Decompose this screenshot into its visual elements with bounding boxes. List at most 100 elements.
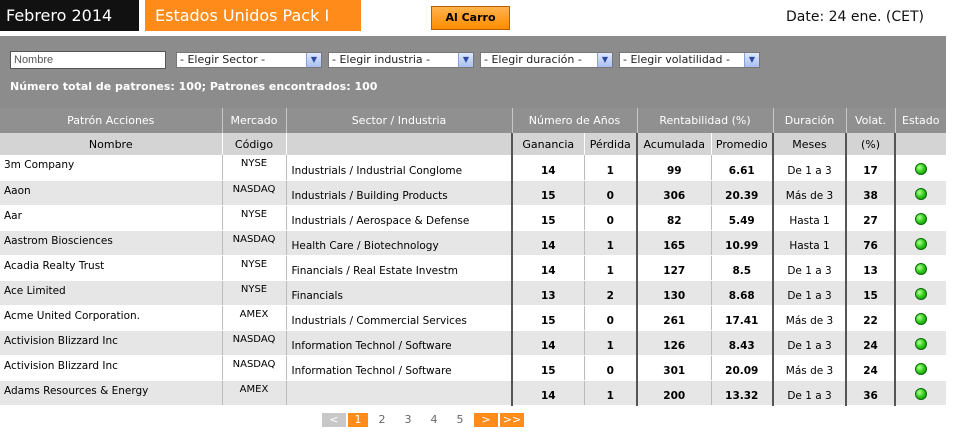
green-status-dot-icon — [915, 287, 927, 300]
row-status — [894, 330, 946, 356]
page-2-button[interactable]: 2 — [370, 413, 394, 427]
row-gain: 14 — [511, 230, 584, 256]
page-4-button[interactable]: 4 — [422, 413, 446, 427]
add-to-cart-button[interactable]: Al Carro — [431, 6, 510, 30]
row-market: NASDAQ — [221, 180, 286, 206]
row-status — [894, 305, 946, 331]
row-status — [894, 255, 946, 281]
row-name[interactable]: 3m Company — [0, 155, 222, 181]
filter-panel: - Elegir Sector - ▼ - Elegir industria -… — [0, 36, 946, 108]
col-ganancia[interactable]: Ganancia — [511, 133, 584, 155]
row-sector: Information Technol / Software — [285, 330, 512, 356]
row-accumulated: 99 — [636, 155, 711, 181]
pack-title: Estados Unidos Pack I — [145, 0, 361, 31]
table-group-header: Patrón Acciones Mercado Sector / Industr… — [0, 108, 946, 133]
row-status — [894, 380, 946, 406]
volatility-select-value: - Elegir volatilidad - — [623, 53, 730, 66]
col-perdida[interactable]: Pérdida — [583, 133, 637, 155]
row-loss: 1 — [583, 255, 637, 281]
table-row[interactable]: 3m Company NYSE Industrials / Industrial C… — [0, 155, 946, 181]
row-average: 8.5 — [710, 255, 773, 281]
table-row[interactable]: Aaon NASDAQ Industrials / Building Product… — [0, 180, 946, 206]
next-page-button[interactable]: > — [474, 413, 498, 427]
row-sector: Industrials / Aerospace & Defense — [285, 205, 512, 231]
industry-select[interactable]: - Elegir industria - ▼ — [328, 52, 474, 68]
row-duration: De 1 a 3 — [772, 380, 846, 406]
row-market: NASDAQ — [221, 330, 286, 356]
row-accumulated: 82 — [636, 205, 711, 231]
row-name[interactable]: Acadia Realty Trust — [0, 255, 222, 281]
col-promedio[interactable]: Promedio — [710, 133, 773, 155]
volatility-select[interactable]: - Elegir volatilidad - ▼ — [619, 52, 760, 68]
col-group-mercado: Mercado — [221, 108, 286, 133]
sector-select-value: - Elegir Sector - — [180, 53, 266, 66]
row-gain: 14 — [511, 380, 584, 406]
col-nombre[interactable]: Nombre — [0, 133, 222, 155]
row-name[interactable]: Adams Resources & Energy — [0, 380, 222, 406]
row-sector — [285, 380, 512, 406]
row-name[interactable]: Aastrom Biosciences — [0, 230, 222, 256]
chevron-down-icon: ▼ — [458, 53, 473, 67]
col-group-anios: Número de Años — [511, 108, 637, 133]
row-gain: 14 — [511, 255, 584, 281]
industry-select-value: - Elegir industria - — [332, 53, 431, 66]
row-average: 13.32 — [710, 380, 773, 406]
row-loss: 0 — [583, 355, 637, 381]
green-status-dot-icon — [915, 312, 927, 325]
col-acumulada[interactable]: Acumulada — [636, 133, 711, 155]
row-market: AMEX — [221, 380, 286, 406]
last-page-button[interactable]: >> — [500, 413, 524, 427]
green-status-dot-icon — [915, 237, 927, 250]
row-name[interactable]: Aaon — [0, 180, 222, 206]
table-row[interactable]: Acadia Realty Trust NYSE Financials / Real… — [0, 255, 946, 281]
row-duration: De 1 a 3 — [772, 255, 846, 281]
current-date: Date: 24 ene. (CET) — [786, 9, 924, 25]
row-market: NYSE — [221, 155, 286, 181]
page-3-button[interactable]: 3 — [396, 413, 420, 427]
row-gain: 14 — [511, 155, 584, 181]
table-row[interactable]: Activision Blizzard Inc NASDAQ Information… — [0, 330, 946, 356]
table-sub-header: Nombre Código Ganancia Pérdida Acumulada… — [0, 133, 946, 155]
row-volatility: 76 — [845, 230, 895, 256]
table-row[interactable]: Activision Blizzard Inc NASDAQ Information… — [0, 355, 946, 381]
row-gain: 15 — [511, 355, 584, 381]
col-codigo[interactable]: Código — [221, 133, 286, 155]
green-status-dot-icon — [915, 337, 927, 350]
row-volatility: 15 — [845, 280, 895, 306]
row-average: 20.39 — [710, 180, 773, 206]
top-bar: Febrero 2014 Estados Unidos Pack I Al Ca… — [0, 0, 969, 34]
row-status — [894, 355, 946, 381]
row-name[interactable]: Ace Limited — [0, 280, 222, 306]
row-status — [894, 205, 946, 231]
row-name[interactable]: Acme United Corporation. — [0, 305, 222, 331]
table-row[interactable]: Ace Limited NYSE Financials 13 2 130 8.68 De 1 … — [0, 280, 946, 306]
col-group-duracion: Duración — [772, 108, 846, 133]
name-search-input[interactable] — [10, 51, 166, 69]
row-market: NASDAQ — [221, 230, 286, 256]
table-row[interactable]: Adams Resources & Energy AMEX 14 1 200 13.32 D… — [0, 380, 946, 406]
col-meses[interactable]: Meses — [772, 133, 846, 155]
green-status-dot-icon — [915, 387, 927, 400]
col-sector — [285, 133, 512, 155]
row-volatility: 24 — [845, 330, 895, 356]
page-1-button[interactable]: 1 — [348, 413, 368, 427]
row-accumulated: 126 — [636, 330, 711, 356]
row-average: 6.61 — [710, 155, 773, 181]
row-volatility: 36 — [845, 380, 895, 406]
row-name[interactable]: Activision Blizzard Inc — [0, 330, 222, 356]
prev-page-button[interactable]: < — [322, 413, 346, 427]
table-row[interactable]: Aastrom Biosciences NASDAQ Health Care / B… — [0, 230, 946, 256]
row-sector: Information Technol / Software — [285, 355, 512, 381]
row-name[interactable]: Aar — [0, 205, 222, 231]
row-duration: Hasta 1 — [772, 230, 846, 256]
row-duration: Más de 3 — [772, 180, 846, 206]
col-volat-pct[interactable]: (%) — [845, 133, 895, 155]
table-row[interactable]: Acme United Corporation. AMEX Industrials … — [0, 305, 946, 331]
duration-select[interactable]: - Elegir duración - ▼ — [480, 52, 613, 68]
sector-select[interactable]: - Elegir Sector - ▼ — [176, 52, 322, 68]
page-5-button[interactable]: 5 — [448, 413, 472, 427]
row-accumulated: 261 — [636, 305, 711, 331]
table-row[interactable]: Aar NYSE Industrials / Aerospace & Defense… — [0, 205, 946, 231]
row-duration: Más de 3 — [772, 355, 846, 381]
row-name[interactable]: Activision Blizzard Inc — [0, 355, 222, 381]
